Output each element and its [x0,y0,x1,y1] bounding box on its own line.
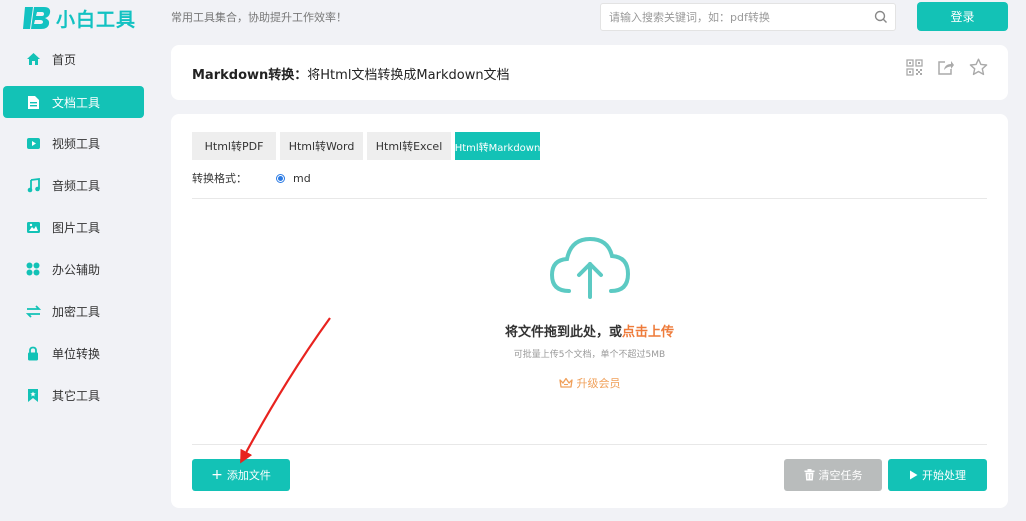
title-card: Markdown转换：将Html文档转换成Markdown文档 [171,45,1008,100]
bookmark-icon [25,387,41,403]
converter-panel: Html转PDF Html转Word Html转Excel Html转Markd… [171,114,1008,508]
sidebar-item-document-tools[interactable]: 文档工具 [3,86,144,118]
format-radio-md[interactable] [276,173,285,183]
qrcode-icon[interactable] [904,57,924,77]
plus-icon: + [211,467,223,483]
page-title-rest: 将Html文档转换成Markdown文档 [307,68,510,83]
music-icon [25,177,41,193]
page-title: Markdown转换：将Html文档转换成Markdown文档 [192,64,510,83]
sidebar-item-image-tools[interactable]: 图片工具 [3,211,144,243]
upgrade-label: 升级会员 [576,377,621,390]
upload-instruction-text: 将文件拖到此处，或 [504,325,622,340]
add-file-button[interactable]: + 添加文件 [192,459,290,491]
tab-html-to-excel[interactable]: Html转Excel [367,132,451,160]
search-icon[interactable] [867,4,895,30]
sidebar-item-other-tools[interactable]: 其它工具 [3,379,144,411]
sidebar-item-label: 单位转换 [52,346,101,361]
upload-click-link[interactable]: 点击上传 [622,325,674,340]
start-processing-button[interactable]: 开始处理 [888,459,987,491]
sidebar-item-office-tools[interactable]: 办公辅助 [3,253,144,285]
sidebar-item-label: 文档工具 [52,95,101,110]
cloud-upload-icon [549,236,631,299]
search-input[interactable] [609,10,867,24]
logo-mark-icon [23,7,51,29]
slogan: 常用工具集合，协助提升工作效率！ [171,11,347,24]
format-option-label[interactable]: md [293,172,311,185]
sidebar-item-label: 视频工具 [52,136,101,151]
upload-dropzone[interactable]: 将文件拖到此处，或点击上传 可批量上传5个文档，单个不超过5MB 升级会员 [192,199,987,444]
sidebar-item-audio-tools[interactable]: 音频工具 [3,169,144,201]
crown-icon [558,377,573,388]
document-icon [25,94,41,110]
play-icon [910,470,918,480]
share-icon[interactable] [936,57,956,77]
page-title-bold: Markdown转换： [192,68,308,83]
sidebar-item-label: 图片工具 [52,220,101,235]
format-label: 转换格式： [192,172,247,185]
login-button[interactable]: 登录 [917,2,1008,31]
clear-tasks-label: 清空任务 [818,469,863,482]
format-row: 转换格式： md [192,170,311,186]
grid-icon [25,261,41,277]
conversion-tabs: Html转PDF Html转Word Html转Excel Html转Markd… [192,132,540,160]
sidebar-item-label: 其它工具 [52,388,101,403]
upload-instruction: 将文件拖到此处，或点击上传 [192,321,987,340]
clear-tasks-button[interactable]: 清空任务 [784,459,882,491]
sidebar-item-video-tools[interactable]: 视频工具 [3,127,144,159]
add-file-label: 添加文件 [226,469,271,482]
tab-html-to-word[interactable]: Html转Word [280,132,363,160]
upgrade-membership-link[interactable]: 升级会员 [192,375,987,391]
tab-html-to-pdf[interactable]: Html转PDF [192,132,276,160]
lock-icon [25,345,41,361]
trash-icon [804,469,814,481]
image-icon [25,219,41,235]
sidebar-item-label: 办公辅助 [52,262,101,277]
star-icon[interactable] [968,57,988,77]
logo-text: 小白工具 [56,8,137,31]
divider [192,444,987,445]
logo[interactable]: 小白工具 [22,3,136,33]
tab-html-to-markdown[interactable]: Html转Markdown [455,132,540,160]
title-actions [904,57,988,77]
sidebar-item-encryption-tools[interactable]: 加密工具 [3,295,144,327]
sidebar-item-unit-conversion[interactable]: 单位转换 [3,337,144,369]
sidebar-item-label: 音频工具 [52,178,101,193]
home-icon [25,51,41,67]
video-icon [25,135,41,151]
upload-limit-note: 可批量上传5个文档，单个不超过5MB [513,350,666,360]
search-box[interactable] [600,3,896,31]
start-processing-label: 开始处理 [922,469,966,482]
swap-icon [25,303,41,319]
sidebar-item-home[interactable]: 首页 [3,43,144,75]
sidebar-item-label: 加密工具 [52,304,101,319]
sidebar-item-label: 首页 [52,52,77,67]
